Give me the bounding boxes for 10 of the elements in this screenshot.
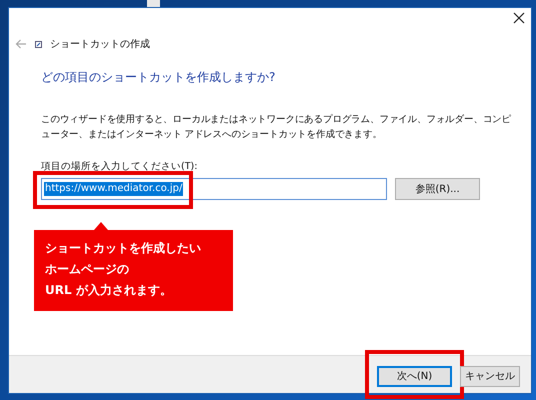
wizard-heading: どの項目のショートカットを作成しますか? [41,69,276,86]
window-title: ショートカットの作成 [50,38,150,52]
browse-button[interactable]: 参照(R)... [395,178,480,200]
description-text: このウィザードを使用すると、ローカルまたはネットワークにあるプログラム、ファイル、フォルダー、コンピューター、またはインターネット アドレスへのショートカットを作成できます。 [41,113,512,142]
next-button[interactable]: 次へ(N) [377,366,452,387]
cancel-button[interactable]: キャンセル [460,366,520,387]
field-value: https://www.mediator.co.jp/ [44,182,184,196]
field-label: 項目の場所を入力してください(T): [41,160,198,174]
callout-text: ショートカットを作成したい ホームページの URL が入力されます。 [45,240,202,299]
location-field[interactable]: https://www.mediator.co.jp/ [41,178,387,200]
